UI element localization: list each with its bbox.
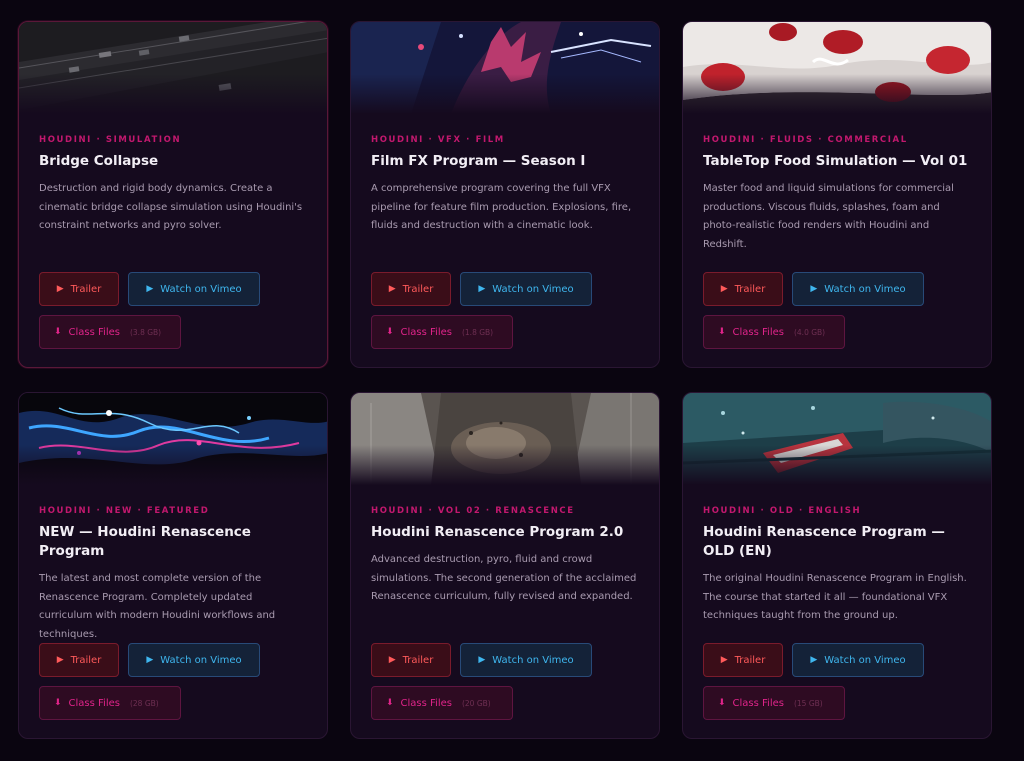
class-files-button[interactable]: ⬇ Class Files (20 GB)	[371, 686, 513, 720]
play-icon: ▶	[56, 284, 64, 294]
trailer-label: Trailer	[70, 654, 102, 666]
course-tags: HOUDINI · OLD · ENGLISH	[703, 506, 862, 516]
course-actions: ▶ Trailer ▶ Watch on Vimeo ⬇ Class Files…	[703, 272, 924, 349]
course-grid: HOUDINI · SIMULATION Bridge Collapse Des…	[18, 21, 994, 739]
course-title: TableTop Food Simulation — Vol 01	[703, 153, 968, 169]
watch-on-vimeo-button[interactable]: ▶ Watch on Vimeo	[792, 643, 924, 677]
course-thumbnail	[19, 393, 327, 485]
course-tags: HOUDINI · NEW · FEATURED	[39, 506, 210, 516]
class-files-button[interactable]: ⬇ Class Files (28 GB)	[39, 686, 181, 720]
course-tags: HOUDINI · SIMULATION	[39, 135, 182, 145]
play-icon: ▶	[388, 284, 396, 294]
course-title: Bridge Collapse	[39, 153, 159, 169]
download-arrow-icon: ⬇	[718, 327, 726, 337]
vimeo-label: Watch on Vimeo	[492, 283, 574, 295]
trailer-label: Trailer	[734, 283, 766, 295]
course-thumbnail	[351, 22, 659, 114]
course-thumbnail	[683, 393, 991, 485]
course-card-tabletop-food-simulation[interactable]: HOUDINI · FLUIDS · COMMERCIAL TableTop F…	[682, 21, 992, 368]
play-icon: ▶	[478, 655, 486, 665]
class-files-button[interactable]: ⬇ Class Files (3.8 GB)	[39, 315, 181, 349]
files-size: (3.8 GB)	[129, 327, 162, 337]
course-tags: HOUDINI · VFX · FILM	[371, 135, 505, 145]
course-title: Film FX Program — Season I	[371, 153, 586, 169]
course-actions: ▶ Trailer ▶ Watch on Vimeo ⬇ Class Files…	[371, 272, 592, 349]
files-label: Class Files	[732, 326, 784, 338]
play-icon: ▶	[720, 284, 728, 294]
watch-on-vimeo-button[interactable]: ▶ Watch on Vimeo	[460, 272, 592, 306]
course-title: Houdini Renascence Program — OLD (EN)	[703, 524, 945, 559]
course-card-houdini-renascence-2[interactable]: HOUDINI · VOL 02 · RENASCENCE Houdini Re…	[350, 392, 660, 739]
course-tags: HOUDINI · VOL 02 · RENASCENCE	[371, 506, 575, 516]
course-description: The original Houdini Renascence Program …	[703, 573, 967, 621]
course-description: The latest and most complete version of …	[39, 573, 276, 640]
play-icon: ▶	[478, 284, 486, 294]
course-card-bridge-collapse[interactable]: HOUDINI · SIMULATION Bridge Collapse Des…	[18, 21, 328, 368]
files-label: Class Files	[68, 697, 120, 709]
course-description: Advanced destruction, pyro, fluid and cr…	[371, 554, 637, 602]
course-tags: HOUDINI · FLUIDS · COMMERCIAL	[703, 135, 908, 145]
watch-on-vimeo-button[interactable]: ▶ Watch on Vimeo	[460, 643, 592, 677]
trailer-label: Trailer	[70, 283, 102, 295]
course-actions: ▶ Trailer ▶ Watch on Vimeo ⬇ Class Files…	[39, 643, 260, 720]
trailer-button[interactable]: ▶ Trailer	[703, 272, 783, 306]
play-icon: ▶	[56, 655, 64, 665]
watch-on-vimeo-button[interactable]: ▶ Watch on Vimeo	[128, 643, 260, 677]
course-thumbnail	[19, 22, 327, 114]
course-card-houdini-renascence-old[interactable]: HOUDINI · OLD · ENGLISH Houdini Renascen…	[682, 392, 992, 739]
course-card-film-fx-program[interactable]: HOUDINI · VFX · FILM Film FX Program — S…	[350, 21, 660, 368]
files-label: Class Files	[732, 697, 784, 709]
files-size: (4.0 GB)	[793, 327, 826, 337]
trailer-button[interactable]: ▶ Trailer	[39, 272, 119, 306]
files-label: Class Files	[68, 326, 120, 338]
course-thumbnail	[351, 393, 659, 485]
vimeo-label: Watch on Vimeo	[160, 654, 242, 666]
download-arrow-icon: ⬇	[718, 698, 726, 708]
vimeo-label: Watch on Vimeo	[824, 654, 906, 666]
trailer-label: Trailer	[402, 283, 434, 295]
download-arrow-icon: ⬇	[54, 327, 62, 337]
files-size: (28 GB)	[129, 698, 159, 708]
class-files-button[interactable]: ⬇ Class Files (4.0 GB)	[703, 315, 845, 349]
files-size: (20 GB)	[461, 698, 491, 708]
trailer-button[interactable]: ▶ Trailer	[371, 643, 451, 677]
play-icon: ▶	[388, 655, 396, 665]
course-title: Houdini Renascence Program 2.0	[371, 524, 624, 540]
files-label: Class Files	[400, 697, 452, 709]
play-icon: ▶	[146, 655, 154, 665]
files-label: Class Files	[400, 326, 452, 338]
class-files-button[interactable]: ⬇ Class Files (1.8 GB)	[371, 315, 513, 349]
course-description: Master food and liquid simulations for c…	[703, 183, 954, 250]
trailer-button[interactable]: ▶ Trailer	[39, 643, 119, 677]
trailer-label: Trailer	[734, 654, 766, 666]
trailer-label: Trailer	[402, 654, 434, 666]
course-actions: ▶ Trailer ▶ Watch on Vimeo ⬇ Class Files…	[703, 643, 924, 720]
trailer-button[interactable]: ▶ Trailer	[371, 272, 451, 306]
download-arrow-icon: ⬇	[54, 698, 62, 708]
vimeo-label: Watch on Vimeo	[160, 283, 242, 295]
play-icon: ▶	[146, 284, 154, 294]
play-icon: ▶	[810, 655, 818, 665]
course-thumbnail	[683, 22, 991, 114]
course-actions: ▶ Trailer ▶ Watch on Vimeo ⬇ Class Files…	[371, 643, 592, 720]
play-icon: ▶	[720, 655, 728, 665]
files-size: (1.8 GB)	[461, 327, 494, 337]
trailer-button[interactable]: ▶ Trailer	[703, 643, 783, 677]
course-description: A comprehensive program covering the ful…	[371, 183, 632, 231]
download-arrow-icon: ⬇	[386, 327, 394, 337]
course-card-new-houdini-renascence[interactable]: HOUDINI · NEW · FEATURED NEW — Houdini R…	[18, 392, 328, 739]
play-icon: ▶	[810, 284, 818, 294]
files-size: (15 GB)	[793, 698, 823, 708]
download-arrow-icon: ⬇	[386, 698, 394, 708]
course-description: Destruction and rigid body dynamics. Cre…	[39, 183, 303, 231]
course-title: NEW — Houdini Renascence Program	[39, 524, 251, 559]
vimeo-label: Watch on Vimeo	[492, 654, 574, 666]
watch-on-vimeo-button[interactable]: ▶ Watch on Vimeo	[792, 272, 924, 306]
course-actions: ▶ Trailer ▶ Watch on Vimeo ⬇ Class Files…	[39, 272, 260, 349]
watch-on-vimeo-button[interactable]: ▶ Watch on Vimeo	[128, 272, 260, 306]
vimeo-label: Watch on Vimeo	[824, 283, 906, 295]
class-files-button[interactable]: ⬇ Class Files (15 GB)	[703, 686, 845, 720]
